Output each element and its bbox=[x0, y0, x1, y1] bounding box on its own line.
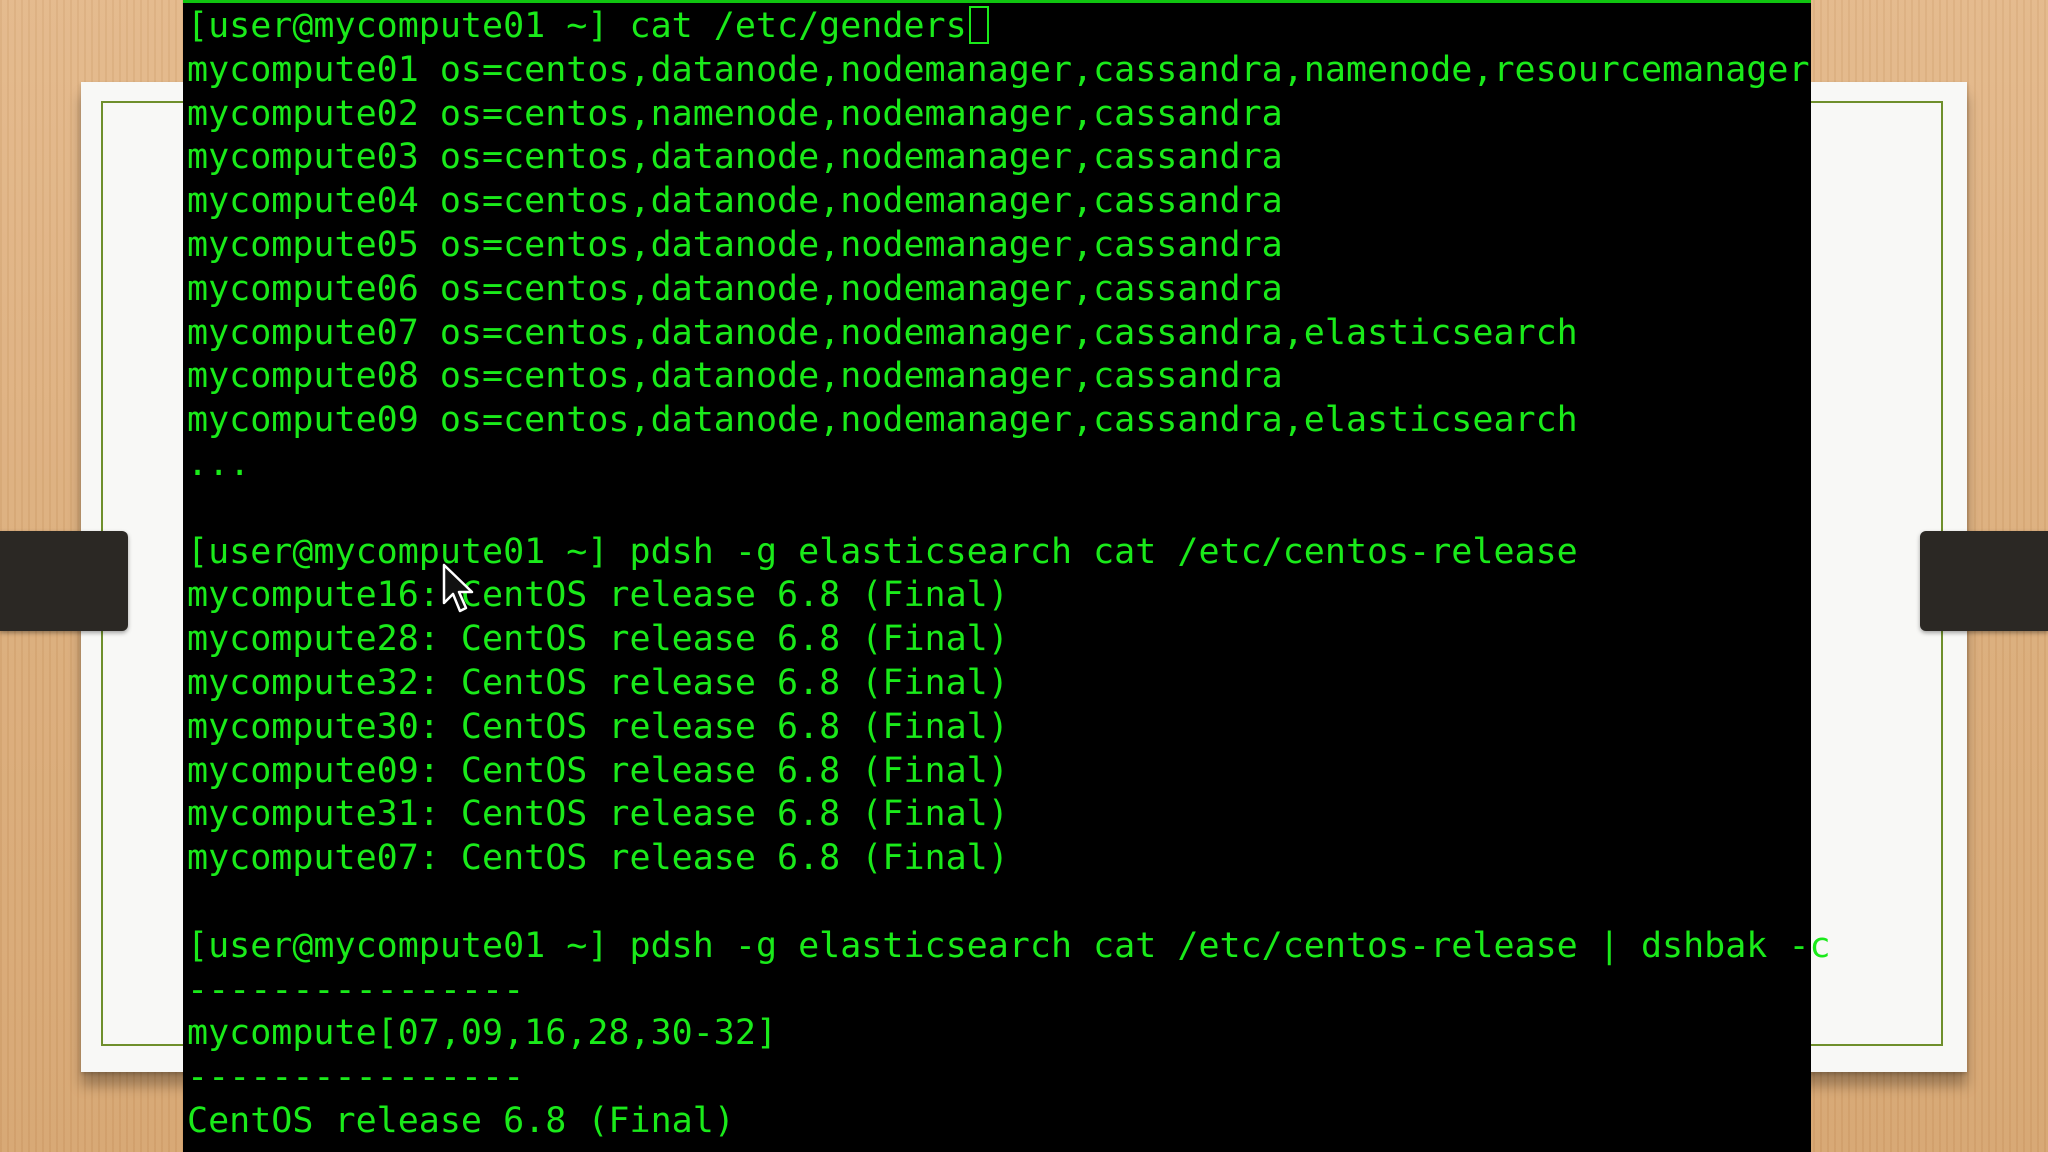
terminal-line: mycompute02 os=centos,namenode,nodemanag… bbox=[187, 93, 1283, 134]
terminal-line: mycompute01 os=centos,datanode,nodemanag… bbox=[187, 49, 1810, 90]
terminal-line-command: [user@mycompute01 ~] pdsh -g elasticsear… bbox=[187, 531, 1578, 572]
terminal-line: mycompute31: CentOS release 6.8 (Final) bbox=[187, 794, 1009, 835]
terminal-line: mycompute30: CentOS release 6.8 (Final) bbox=[187, 706, 1009, 747]
terminal-line: mycompute04 os=centos,datanode,nodemanag… bbox=[187, 181, 1283, 222]
terminal-line-blank bbox=[187, 487, 1831, 531]
terminal-line-ellipsis: ... bbox=[187, 443, 251, 484]
terminal-output: [user@mycompute01 ~] cat /etc/genders my… bbox=[187, 5, 1831, 1144]
terminal-line: mycompute28: CentOS release 6.8 (Final) bbox=[187, 619, 1009, 660]
terminal-line: mycompute32: CentOS release 6.8 (Final) bbox=[187, 662, 1009, 703]
terminal-line-separator: ---------------- bbox=[187, 969, 525, 1010]
terminal-line: mycompute07: CentOS release 6.8 (Final) bbox=[187, 838, 1009, 879]
binder-clip-right bbox=[1920, 531, 2048, 631]
terminal-line-command: [user@mycompute01 ~] pdsh -g elasticsear… bbox=[187, 925, 1831, 966]
terminal-line: mycompute09 os=centos,datanode,nodemanag… bbox=[187, 400, 1578, 441]
block-cursor-icon bbox=[968, 6, 989, 44]
terminal-line: mycompute07 os=centos,datanode,nodemanag… bbox=[187, 312, 1578, 353]
terminal-line-separator: ---------------- bbox=[187, 1057, 525, 1098]
terminal-line: mycompute03 os=centos,datanode,nodemanag… bbox=[187, 137, 1283, 178]
binder-clip-left bbox=[0, 531, 128, 631]
terminal-line-command: [user@mycompute01 ~] cat /etc/genders bbox=[187, 5, 1831, 49]
terminal-line: mycompute06 os=centos,datanode,nodemanag… bbox=[187, 268, 1283, 309]
terminal-window[interactable]: [user@mycompute01 ~] cat /etc/genders my… bbox=[183, 0, 1831, 1152]
terminal-line: mycompute09: CentOS release 6.8 (Final) bbox=[187, 750, 1009, 791]
terminal-line: mycompute08 os=centos,datanode,nodemanag… bbox=[187, 356, 1283, 397]
terminal-line-blank bbox=[187, 881, 1831, 925]
terminal-line: mycompute05 os=centos,datanode,nodemanag… bbox=[187, 224, 1283, 265]
mouse-pointer-icon bbox=[442, 563, 474, 613]
terminal-line: CentOS release 6.8 (Final) bbox=[187, 1100, 735, 1141]
terminal-line: mycompute16: CentOS release 6.8 (Final) bbox=[187, 575, 1009, 616]
terminal-line: mycompute[07,09,16,28,30-32] bbox=[187, 1013, 778, 1054]
